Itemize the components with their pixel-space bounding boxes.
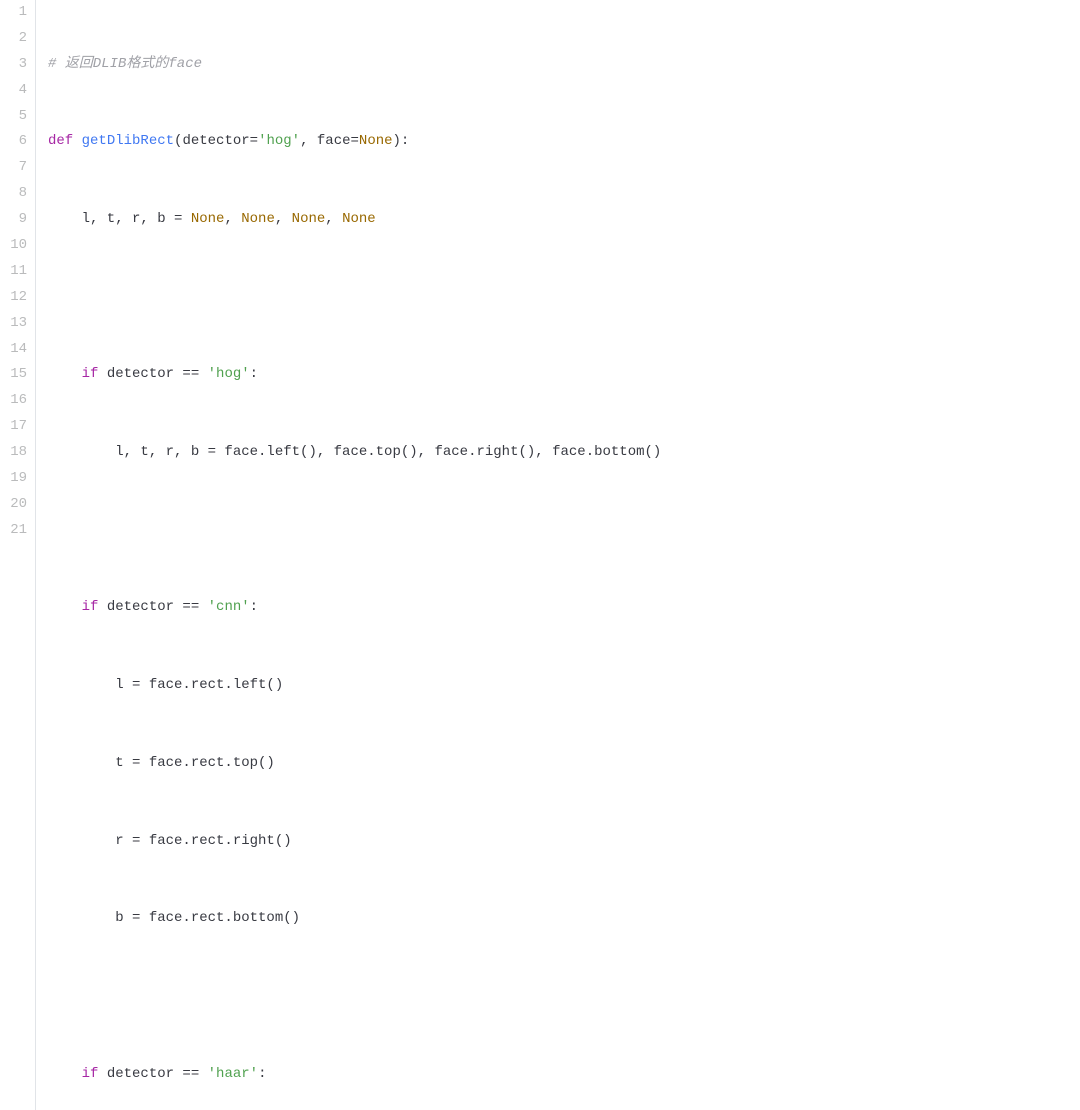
constant: None [359,129,393,155]
text: detector == [98,595,207,621]
line-number: 13 [0,311,27,337]
line-number: 11 [0,259,27,285]
line-number: 21 [0,518,27,544]
param: detector [182,129,249,155]
string: 'hog' [208,362,250,388]
line-number: 2 [0,26,27,52]
text: ): [393,129,410,155]
code-editor: 1 2 3 4 5 6 7 8 9 10 11 12 13 14 15 16 1… [0,0,1080,1110]
text [73,129,81,155]
line-number: 6 [0,129,27,155]
text: ( [174,129,182,155]
code-line: t = face.rect.top() [48,751,1080,777]
code-line: l, t, r, b = face.left(), face.top(), fa… [48,440,1080,466]
line-number: 8 [0,181,27,207]
text [48,362,82,388]
line-number: 20 [0,492,27,518]
code-line [48,518,1080,544]
code-line: if detector == 'hog': [48,362,1080,388]
text: , [275,207,292,233]
string: 'cnn' [208,595,250,621]
line-number: 12 [0,285,27,311]
text: l = face.rect.left() [48,673,283,699]
code-line [48,285,1080,311]
text [48,1062,82,1088]
constant: None [241,207,275,233]
text: r = face.rect.right() [48,829,292,855]
line-number: 4 [0,78,27,104]
line-number: 5 [0,104,27,130]
text: l, t, r, b = face.left(), face.top(), fa… [48,440,661,466]
text: = [250,129,258,155]
line-number: 14 [0,337,27,363]
code-line: if detector == 'haar': [48,1062,1080,1088]
line-number: 1 [0,0,27,26]
text: : [250,362,258,388]
string: 'haar' [208,1062,258,1088]
code-line: b = face.rect.bottom() [48,906,1080,932]
keyword-if: if [82,595,99,621]
text: , [300,129,317,155]
line-number: 15 [0,362,27,388]
code-line: r = face.rect.right() [48,829,1080,855]
text: : [250,595,258,621]
line-number: 9 [0,207,27,233]
line-number: 19 [0,466,27,492]
text: : [258,1062,266,1088]
text: l, t, r, b = [48,207,191,233]
string: 'hog' [258,129,300,155]
text: detector == [98,362,207,388]
line-number: 3 [0,52,27,78]
text: b = face.rect.bottom() [48,906,300,932]
code-area[interactable]: # 返回DLIB格式的face def getDlibRect(detector… [36,0,1080,1110]
line-gutter: 1 2 3 4 5 6 7 8 9 10 11 12 13 14 15 16 1… [0,0,36,1110]
code-line: # 返回DLIB格式的face [48,52,1080,78]
comment: # 返回DLIB格式的face [48,52,202,78]
text: = [351,129,359,155]
code-line: if detector == 'cnn': [48,595,1080,621]
code-line: l, t, r, b = None, None, None, None [48,207,1080,233]
param: face [317,129,351,155]
text: , [224,207,241,233]
line-number: 18 [0,440,27,466]
text: t = face.rect.top() [48,751,275,777]
code-line: l = face.rect.left() [48,673,1080,699]
function-name: getDlibRect [82,129,174,155]
code-line: def getDlibRect(detector='hog', face=Non… [48,129,1080,155]
line-number: 10 [0,233,27,259]
code-line [48,984,1080,1010]
constant: None [292,207,326,233]
constant: None [191,207,225,233]
line-number: 17 [0,414,27,440]
keyword-if: if [82,1062,99,1088]
text [48,595,82,621]
text: detector == [98,1062,207,1088]
line-number: 16 [0,388,27,414]
keyword-def: def [48,129,73,155]
constant: None [342,207,376,233]
line-number: 7 [0,155,27,181]
keyword-if: if [82,362,99,388]
text: , [325,207,342,233]
